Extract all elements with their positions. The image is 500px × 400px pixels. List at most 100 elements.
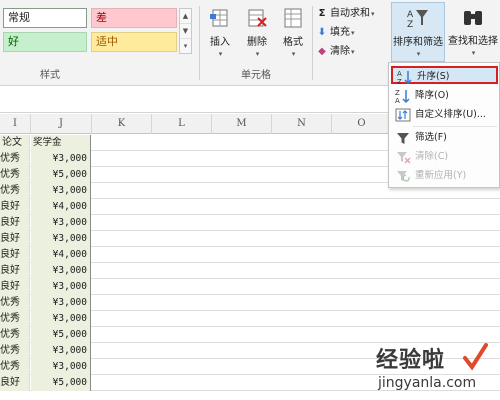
thesis-grade-cell[interactable]: 优秀 [0, 311, 30, 327]
watermark-url: jingyanla.com [378, 375, 477, 391]
style-good[interactable]: 好 [3, 32, 87, 52]
scholarship-amount-cell[interactable]: ¥5,000 [31, 327, 91, 343]
fill-label: 填充 [330, 27, 350, 38]
header-cell-scholarship[interactable]: 奖学金 [31, 135, 91, 151]
style-bad[interactable]: 差 [91, 8, 177, 28]
delete-button[interactable]: 删除 ▾ [240, 6, 274, 59]
thesis-grade-cell[interactable]: 优秀 [0, 327, 30, 343]
column-header[interactable]: K [92, 114, 152, 134]
svg-text:Z: Z [395, 89, 400, 97]
thesis-grade-cell[interactable]: 良好 [0, 263, 30, 279]
thesis-grade-cell[interactable]: 优秀 [0, 167, 30, 183]
thesis-grade-cell[interactable]: 优秀 [0, 295, 30, 311]
menu-item-clear-filter[interactable]: 清除(C) [391, 148, 498, 166]
menu-label: 升序(S) [417, 71, 450, 82]
cells-group-label: 单元格 [241, 70, 271, 81]
thesis-grade-cell[interactable]: 良好 [0, 215, 30, 231]
scholarship-amount-cell[interactable]: ¥5,000 [31, 375, 91, 391]
svg-text:A: A [397, 70, 402, 78]
eraser-icon: ◆ [318, 46, 326, 57]
menu-item-custom-sort[interactable]: 自定义排序(U)... [391, 106, 498, 124]
menu-label: 重新应用(Y) [415, 170, 467, 181]
styles-group-label: 样式 [40, 70, 60, 81]
scholarship-amount-cell[interactable]: ¥4,000 [31, 199, 91, 215]
scholarship-amount-cell[interactable]: ¥3,000 [31, 343, 91, 359]
menu-item-reapply[interactable]: 重新应用(Y) [391, 167, 498, 185]
menu-item-sort-ascending[interactable]: AZ 升序(S) [391, 66, 498, 86]
thesis-grade-cell[interactable]: 优秀 [0, 183, 30, 199]
thesis-grade-cell[interactable]: 良好 [0, 247, 30, 263]
menu-item-filter[interactable]: 筛选(F) [391, 129, 498, 147]
clear-label: 清除 [330, 46, 350, 57]
scholarship-amount-cell[interactable]: ¥3,000 [31, 231, 91, 247]
style-neutral[interactable]: 适中 [91, 32, 177, 52]
delete-label: 删除 [247, 37, 267, 48]
thesis-grade-cell[interactable]: 良好 [0, 279, 30, 295]
binoculars-icon [464, 11, 482, 25]
scholarship-amount-cell[interactable]: ¥4,000 [31, 247, 91, 263]
filter-icon [395, 130, 411, 146]
delete-cells-icon [248, 9, 267, 27]
insert-label: 插入 [210, 37, 230, 48]
clear-button[interactable]: ◆ 清除▾ [316, 44, 354, 60]
scholarship-amount-cell[interactable]: ¥3,000 [31, 295, 91, 311]
table-row: 优秀 ¥3,000 [0, 311, 500, 327]
svg-text:Z: Z [407, 20, 413, 30]
table-row: 良好 ¥3,000 [0, 263, 500, 279]
sort-filter-button[interactable]: A Z 排序和筛选 ▾ [391, 2, 445, 62]
scholarship-amount-cell[interactable]: ¥3,000 [31, 183, 91, 199]
thesis-grade-cell[interactable]: 良好 [0, 231, 30, 247]
group-divider [199, 6, 200, 80]
scholarship-amount-cell[interactable]: ¥3,000 [31, 359, 91, 375]
find-select-button[interactable]: 查找和选择 ▾ [447, 5, 499, 58]
svg-text:Z: Z [397, 78, 402, 85]
table-row: 良好 ¥4,000 [0, 247, 500, 263]
table-row: 良好 ¥3,000 [0, 231, 500, 247]
style-gallery-scroll[interactable]: ▲ ▼ ▾ [179, 8, 192, 54]
thesis-grade-cell[interactable]: 优秀 [0, 359, 30, 375]
sort-ascending-icon: AZ [397, 69, 413, 86]
menu-separator [413, 126, 497, 127]
scholarship-amount-cell[interactable]: ¥3,000 [31, 311, 91, 327]
scholarship-amount-cell[interactable]: ¥3,000 [31, 263, 91, 279]
reapply-icon [395, 168, 411, 184]
checkmark-icon [463, 343, 488, 371]
header-cell-thesis[interactable]: 论文 [0, 135, 30, 151]
column-header[interactable]: N [272, 114, 332, 134]
column-header[interactable]: M [212, 114, 272, 134]
fill-button[interactable]: ⬇ 填充▾ [316, 25, 355, 41]
insert-cells-icon [210, 9, 228, 27]
thesis-grade-cell[interactable]: 优秀 [0, 151, 30, 167]
column-header[interactable]: J [31, 114, 92, 134]
insert-button[interactable]: 插入 ▾ [203, 6, 237, 59]
scholarship-amount-cell[interactable]: ¥3,000 [31, 215, 91, 231]
autosum-button[interactable]: Σ 自动求和▾ [316, 6, 375, 22]
style-normal[interactable]: 常规 [3, 8, 87, 28]
column-header[interactable]: I [0, 114, 31, 134]
menu-label: 清除(C) [415, 151, 449, 162]
menu-label: 降序(O) [415, 90, 449, 101]
gallery-down-icon[interactable]: ▼ [180, 24, 191, 39]
fill-down-icon: ⬇ [317, 27, 327, 38]
thesis-grade-cell[interactable]: 良好 [0, 375, 30, 391]
sort-filter-label: 排序和筛选 [393, 37, 443, 48]
clear-filter-icon [395, 149, 411, 165]
menu-item-sort-descending[interactable]: ZA 降序(O) [391, 87, 498, 105]
scholarship-amount-cell[interactable]: ¥3,000 [31, 279, 91, 295]
menu-label: 自定义排序(U)... [415, 109, 486, 120]
table-row: 良好 ¥3,000 [0, 279, 500, 295]
scholarship-amount-cell[interactable]: ¥5,000 [31, 167, 91, 183]
thesis-grade-cell[interactable]: 良好 [0, 199, 30, 215]
gallery-more-icon[interactable]: ▾ [180, 39, 191, 54]
column-header[interactable]: L [152, 114, 212, 134]
svg-text:A: A [395, 97, 400, 104]
scholarship-amount-cell[interactable]: ¥3,000 [31, 151, 91, 167]
custom-sort-icon [395, 107, 411, 123]
thesis-grade-cell[interactable]: 优秀 [0, 343, 30, 359]
column-header[interactable]: O [332, 114, 392, 134]
menu-label: 筛选(F) [415, 132, 447, 143]
svg-text:A: A [407, 10, 414, 20]
format-button[interactable]: 格式 ▾ [276, 6, 310, 59]
autosum-label: 自动求和 [330, 8, 370, 19]
gallery-up-icon[interactable]: ▲ [180, 9, 191, 24]
